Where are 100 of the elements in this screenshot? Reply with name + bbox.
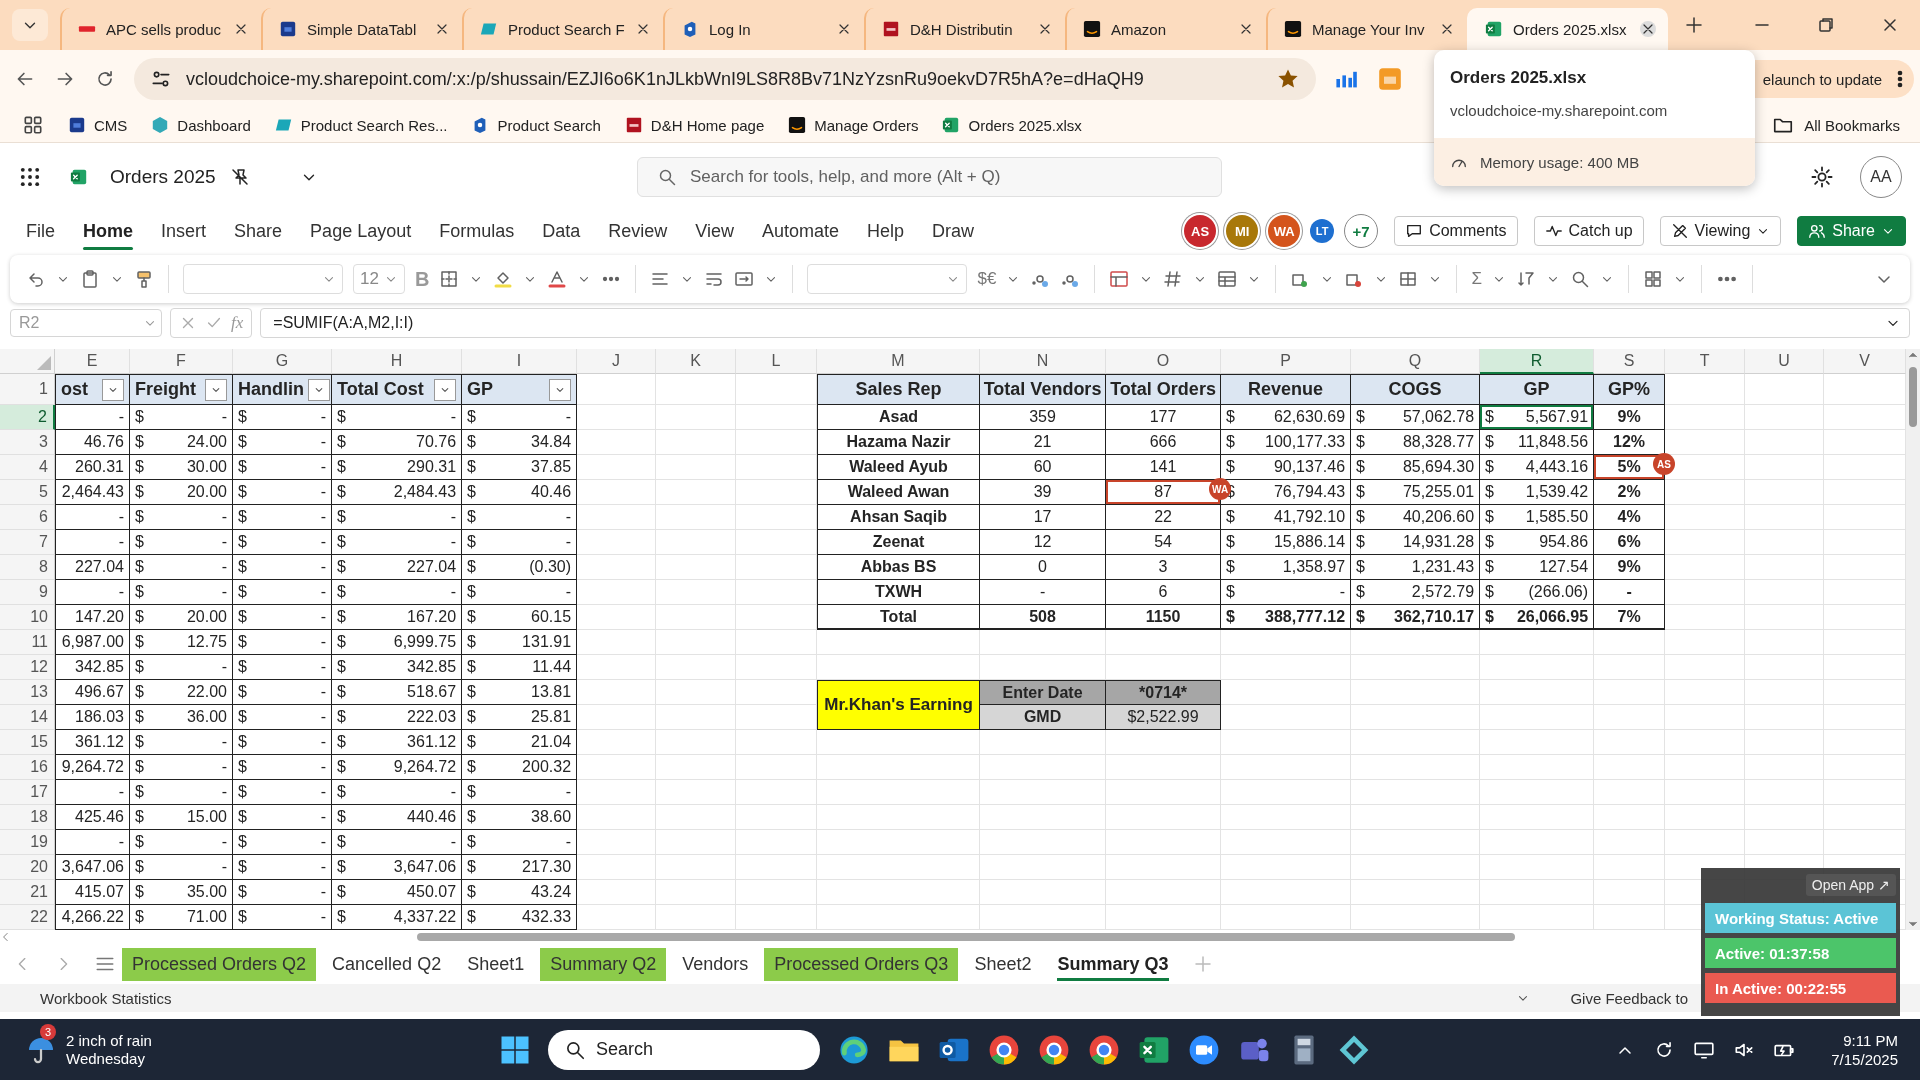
bookmark[interactable]: CMS <box>68 116 128 134</box>
ribbon-tab[interactable]: Share <box>220 212 297 250</box>
row-number[interactable]: 13 <box>0 680 55 705</box>
column-header[interactable]: N <box>980 349 1107 374</box>
column-header[interactable]: I <box>462 349 578 374</box>
row-number[interactable]: 11 <box>0 630 55 655</box>
bookmark[interactable]: D&H Home page <box>624 116 765 134</box>
column-header[interactable]: V <box>1824 349 1907 374</box>
column-header[interactable]: R <box>1480 349 1595 374</box>
feedback-link[interactable]: Give Feedback to <box>1570 989 1688 1007</box>
table-cell: $ 38.60 <box>462 805 578 830</box>
ribbon-tab[interactable]: Page Layout <box>296 212 426 250</box>
row-number[interactable]: 1 <box>0 374 55 405</box>
table-cell: $ 62,630.69 <box>1221 405 1352 430</box>
table-cell: 6,987.00 <box>55 630 130 655</box>
catch-up-button[interactable]: Catch up <box>1533 216 1644 246</box>
all-bookmarks-button[interactable]: All Bookmarks <box>1772 114 1900 136</box>
bookmark[interactable]: Orders 2025.xlsx <box>942 116 1082 134</box>
table-cell: $ 12.75 <box>130 630 233 655</box>
clock-date[interactable]: 7/15/2025 <box>1831 1049 1898 1069</box>
sheet-tab[interactable]: Cancelled Q2 <box>322 947 452 981</box>
formula-bar[interactable]: =SUMIF(A:A,M2,I:I) <box>260 308 1910 338</box>
ribbon-tab[interactable]: View <box>681 212 748 250</box>
column-header[interactable]: K <box>656 349 737 374</box>
column-header[interactable]: O <box>1106 349 1222 374</box>
clock-time[interactable]: 9:11 PM <box>1843 1030 1898 1050</box>
ribbon-tab[interactable]: File <box>26 212 69 250</box>
column-header[interactable]: S <box>1594 349 1666 374</box>
row-number[interactable]: 9 <box>0 580 55 605</box>
bookmark[interactable]: Product Search <box>471 116 601 134</box>
column-header[interactable]: M <box>817 349 981 374</box>
currency-button[interactable]: $€ <box>977 269 997 289</box>
ribbon-tab[interactable]: Data <box>528 212 595 250</box>
row-number[interactable]: 8 <box>0 555 55 580</box>
column-header[interactable]: E <box>55 349 130 374</box>
row-number[interactable]: 12 <box>0 655 55 680</box>
browser-tab[interactable]: Orders 2025.xlsx <box>1467 8 1668 50</box>
column-header[interactable]: P <box>1221 349 1352 374</box>
row-number[interactable]: 19 <box>0 830 55 855</box>
bookmark[interactable]: Product Search Res... <box>274 116 448 134</box>
column-header[interactable]: J <box>577 349 657 374</box>
column-header[interactable]: H <box>332 349 463 374</box>
ribbon-tab[interactable]: Automate <box>748 212 854 250</box>
ribbon-tab[interactable]: Insert <box>147 212 221 250</box>
sheet-tab[interactable]: Sheet2 <box>964 947 1042 981</box>
bookmark[interactable]: Manage Orders <box>788 116 919 134</box>
search-field[interactable]: Search for tools, help, and more (Alt + Q) <box>637 157 1222 197</box>
share-button[interactable]: Share <box>1797 216 1906 246</box>
sheet-tab[interactable]: Vendors <box>672 947 759 981</box>
comments-button[interactable]: Comments <box>1394 216 1518 246</box>
bookmark[interactable]: Dashboard <box>151 116 251 134</box>
ribbon-tab[interactable]: Review <box>594 212 682 250</box>
ribbon-tab[interactable]: Formulas <box>425 212 529 250</box>
collaborator-avatar[interactable]: LT <box>1310 219 1335 243</box>
sheet-tab[interactable]: Processed Orders Q3 <box>764 947 959 981</box>
table-cell: 2% <box>1594 480 1666 505</box>
sheet-tab[interactable]: Sheet1 <box>457 947 535 981</box>
collaborator-avatar[interactable]: WA <box>1268 215 1301 247</box>
column-header[interactable]: U <box>1745 349 1825 374</box>
column-header[interactable]: L <box>736 349 818 374</box>
row-number[interactable]: 4 <box>0 455 55 480</box>
row-number[interactable]: 2 <box>0 405 55 430</box>
sheet-tab[interactable]: Summary Q3 <box>1047 947 1179 981</box>
row-number[interactable]: 17 <box>0 780 55 805</box>
row-number[interactable]: 20 <box>0 855 55 880</box>
document-title[interactable]: Orders 2025 <box>110 166 216 188</box>
open-app-button[interactable]: Open App ↗ <box>1805 874 1896 896</box>
row-number[interactable]: 16 <box>0 755 55 780</box>
weather-day[interactable]: Wednesday <box>66 1049 152 1068</box>
ribbon-tab[interactable]: Draw <box>918 212 989 250</box>
viewing-button[interactable]: Viewing <box>1659 216 1782 246</box>
weather-text[interactable]: 2 inch of rain <box>66 1031 152 1050</box>
taskbar-search[interactable]: Search <box>548 1029 820 1070</box>
workbook-statistics-button[interactable]: Workbook Statistics <box>40 989 172 1007</box>
collaborator-avatar[interactable]: MI <box>1226 215 1259 247</box>
row-number[interactable]: 21 <box>0 880 55 905</box>
row-number[interactable]: 6 <box>0 505 55 530</box>
row-number[interactable]: 18 <box>0 805 55 830</box>
table-cell: $ 342.85 <box>332 655 463 680</box>
row-number[interactable]: 5 <box>0 480 55 505</box>
row-number[interactable]: 10 <box>0 605 55 630</box>
row-number[interactable]: 15 <box>0 730 55 755</box>
row-number[interactable]: 22 <box>0 905 55 930</box>
sheet-tab[interactable]: Processed Orders Q2 <box>122 947 317 981</box>
address-bar[interactable]: vcloudchoice-my.sharepoint.com/:x:/p/shussain/EZJI6o6K1nJLkbWnI9LS8R8Bv71NzYzsnRu9oekvD7R5hA?e=dHaQH9 <box>134 58 1316 100</box>
column-header[interactable]: Q <box>1351 349 1481 374</box>
font-size-dropdown[interactable]: 12 <box>353 264 405 294</box>
sheet-tab[interactable]: Summary Q2 <box>540 947 667 981</box>
column-header[interactable]: T <box>1665 349 1746 374</box>
column-header[interactable]: F <box>130 349 233 374</box>
column-header[interactable]: G <box>233 349 332 374</box>
table-cell: - <box>980 580 1107 605</box>
collaborator-avatar[interactable]: AS <box>1184 215 1217 247</box>
table-cell: - <box>55 780 130 805</box>
row-number[interactable]: 7 <box>0 530 55 555</box>
ribbon-tab[interactable]: Help <box>853 212 919 250</box>
row-number[interactable]: 3 <box>0 430 55 455</box>
row-number[interactable]: 14 <box>0 705 55 730</box>
ribbon-tab[interactable]: Home <box>69 212 148 250</box>
autosum-button[interactable]: Σ <box>1471 269 1482 289</box>
